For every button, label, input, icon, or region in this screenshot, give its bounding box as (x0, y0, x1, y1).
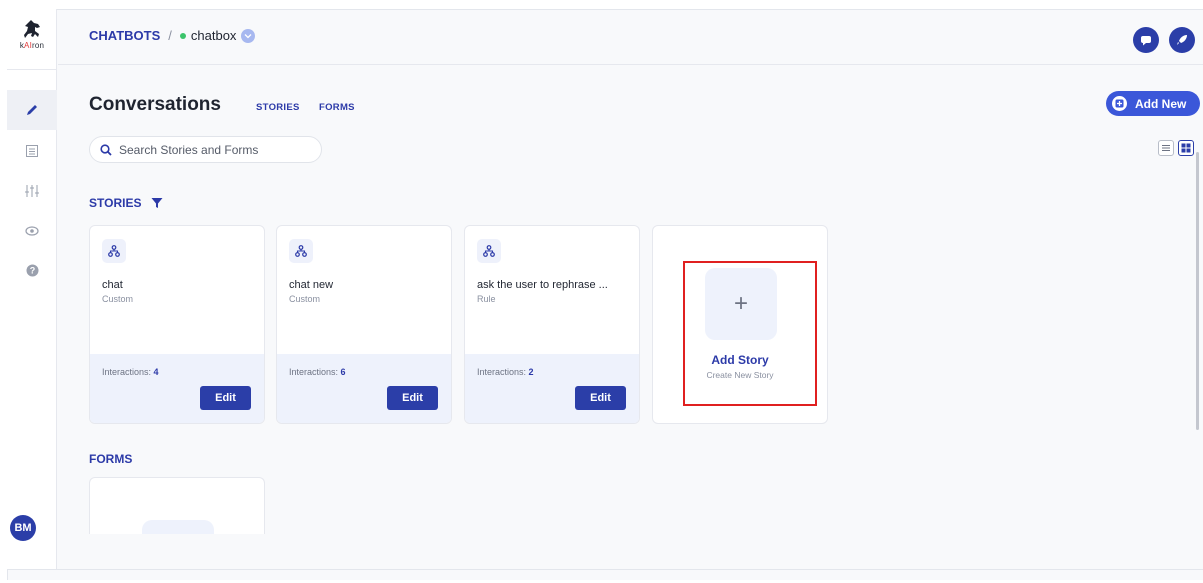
chat-bubble-icon (1141, 35, 1151, 45)
breadcrumb: CHATBOTS / chatbox (89, 28, 256, 43)
bot-name: chatbox (190, 28, 237, 43)
sidebar-item-help[interactable]: ? (7, 250, 57, 290)
sidebar: kAIron ? BM (7, 9, 57, 569)
grid-view-icon (1181, 143, 1191, 153)
story-card-footer: Interactions: 4 Edit (90, 354, 264, 423)
interactions-count: Interactions: 6 (289, 367, 346, 377)
story-card[interactable]: chat new Custom Interactions: 6 Edit (276, 225, 452, 424)
story-flow-icon (289, 239, 313, 263)
sidebar-item-preview[interactable] (7, 211, 57, 251)
deploy-button[interactable] (1169, 27, 1195, 53)
add-new-label: Add New (1135, 96, 1187, 111)
online-status-dot (179, 32, 186, 39)
edit-button[interactable]: Edit (387, 386, 438, 410)
help-icon: ? (26, 264, 38, 276)
stories-section-header: STORIES (89, 196, 163, 210)
rocket-icon (1177, 35, 1187, 45)
add-form-card[interactable] (89, 477, 265, 534)
story-card[interactable]: ask the user to rephrase ... Rule Intera… (464, 225, 640, 424)
highlight-box (683, 261, 817, 406)
add-form-placeholder (142, 520, 214, 534)
forms-section-label: FORMS (89, 452, 133, 466)
interactions-count: Interactions: 4 (102, 367, 159, 377)
edit-button[interactable]: Edit (575, 386, 626, 410)
grid-view-toggle[interactable] (1178, 140, 1194, 156)
pencil-icon (27, 105, 37, 115)
user-avatar[interactable]: BM (10, 515, 36, 541)
search-box (89, 136, 322, 163)
divider (7, 69, 57, 70)
add-new-button[interactable]: Add New (1106, 91, 1200, 116)
horse-logo-icon (24, 20, 40, 38)
divider (7, 569, 1203, 570)
story-card-footer: Interactions: 6 Edit (277, 354, 451, 423)
page-title: Conversations (89, 94, 221, 115)
stories-section-label: STORIES (89, 196, 142, 210)
sidebar-item-list[interactable] (7, 131, 57, 171)
list-view-toggle[interactable] (1158, 140, 1174, 156)
sliders-icon (25, 185, 39, 197)
story-type: Rule (477, 294, 496, 304)
logo-text: kAIron (19, 41, 45, 50)
sidebar-item-conversations[interactable] (7, 90, 57, 130)
scrollbar[interactable] (1196, 152, 1199, 430)
logo: kAIron (7, 19, 57, 50)
forms-section-header: FORMS (89, 452, 132, 466)
tab-stories[interactable]: STORIES (256, 102, 300, 113)
chat-button[interactable] (1133, 27, 1159, 53)
edit-button[interactable]: Edit (200, 386, 251, 410)
filter-icon[interactable] (151, 197, 163, 209)
story-card[interactable]: chat Custom Interactions: 4 Edit (89, 225, 265, 424)
story-type: Custom (102, 294, 134, 304)
tab-forms[interactable]: FORMS (319, 102, 355, 113)
breadcrumb-chatbots-link[interactable]: CHATBOTS (89, 28, 160, 43)
sidebar-item-settings[interactable] (7, 171, 57, 211)
interactions-count: Interactions: 2 (477, 367, 534, 377)
add-icon (1112, 96, 1127, 111)
search-icon (100, 143, 112, 156)
story-name: chat (102, 279, 123, 291)
search-input[interactable] (119, 142, 299, 157)
story-name: ask the user to rephrase ... (477, 279, 608, 291)
document-list-icon (26, 145, 38, 157)
story-flow-icon (477, 239, 501, 263)
chevron-down-icon (241, 28, 256, 43)
story-name: chat new (289, 279, 334, 291)
breadcrumb-separator: / (168, 28, 172, 43)
top-bar: CHATBOTS / chatbox (58, 10, 1203, 65)
eye-icon (25, 226, 39, 236)
story-type: Custom (289, 294, 321, 304)
bot-selector[interactable]: chatbox (179, 28, 256, 43)
svg-text:?: ? (29, 265, 35, 275)
story-flow-icon (102, 239, 126, 263)
list-view-icon (1162, 145, 1170, 151)
story-card-footer: Interactions: 2 Edit (465, 354, 639, 423)
